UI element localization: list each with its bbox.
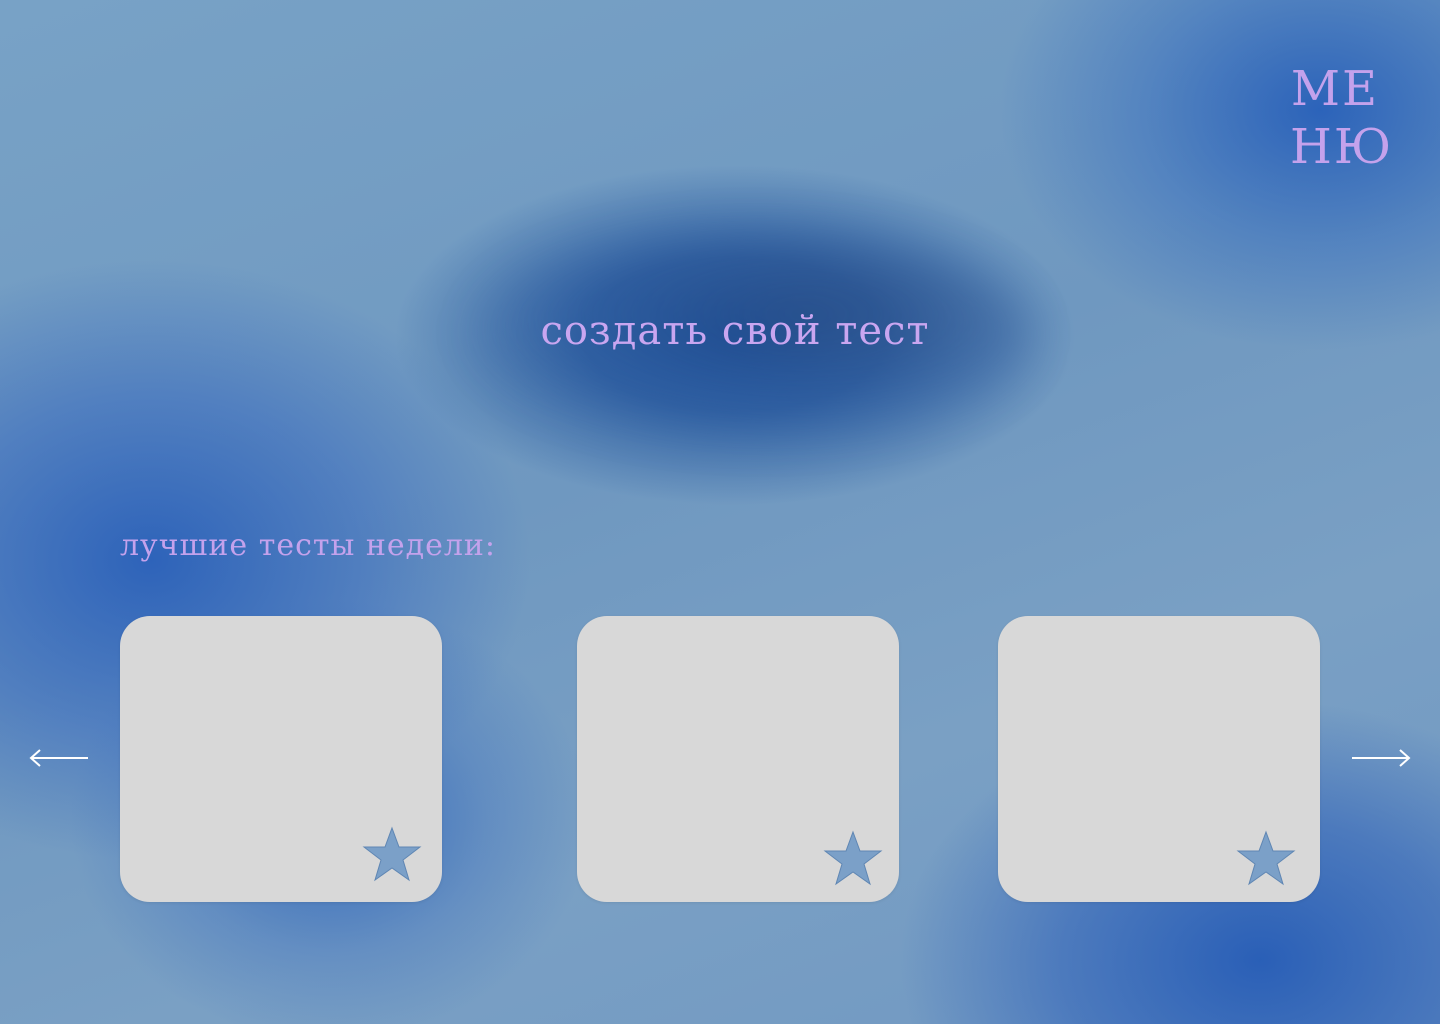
test-card[interactable] (577, 616, 899, 902)
best-tests-title: лучшие тесты недели: (120, 528, 497, 563)
carousel-prev-button[interactable] (28, 744, 90, 772)
menu-label-line1: МЕ (1290, 61, 1380, 117)
carousel-next-button[interactable] (1350, 744, 1412, 772)
menu-label-line2: НЮ (1290, 119, 1394, 175)
star-icon[interactable] (1236, 830, 1296, 886)
test-card[interactable] (120, 616, 442, 902)
star-icon[interactable] (362, 826, 422, 882)
test-card[interactable] (998, 616, 1320, 902)
create-test-link[interactable]: создать свой тест (520, 308, 950, 354)
arrow-left-icon (29, 749, 88, 767)
arrow-right-icon (1352, 749, 1411, 767)
star-icon[interactable] (823, 830, 883, 886)
menu-button[interactable]: МЕ НЮ (1290, 60, 1394, 176)
